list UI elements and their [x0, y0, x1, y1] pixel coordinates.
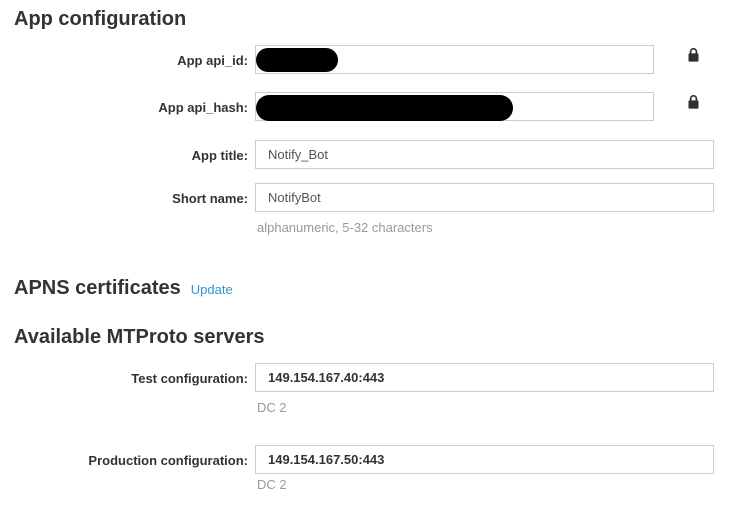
lock-icon: [688, 95, 699, 109]
app-title-row: App title:: [0, 140, 714, 169]
api-hash-input[interactable]: [255, 92, 654, 121]
api-hash-row: App api_hash:: [0, 92, 699, 121]
app-title-input[interactable]: [255, 140, 714, 169]
production-configuration-input[interactable]: [255, 445, 714, 474]
production-configuration-dc-hint: DC 2: [257, 477, 287, 492]
test-configuration-row: Test configuration:: [0, 363, 714, 392]
short-name-hint: alphanumeric, 5-32 characters: [257, 220, 433, 235]
lock-icon: [688, 48, 699, 62]
mtproto-servers-heading: Available MTProto servers: [14, 326, 264, 349]
test-configuration-field-wrap: [255, 363, 714, 392]
test-configuration-label: Test configuration:: [0, 363, 248, 386]
api-id-input[interactable]: [255, 45, 654, 74]
app-title-label: App title:: [0, 140, 248, 163]
api-id-label: App api_id:: [0, 45, 248, 68]
short-name-row: Short name:: [0, 183, 714, 212]
short-name-label: Short name:: [0, 183, 248, 206]
app-configuration-heading: App configuration: [14, 8, 186, 31]
app-title-field-wrap: [255, 140, 714, 169]
test-configuration-dc-hint: DC 2: [257, 400, 287, 415]
test-configuration-input[interactable]: [255, 363, 714, 392]
api-id-field-wrap: [255, 45, 654, 74]
apns-heading-row: APNS certificates Update: [14, 277, 233, 300]
api-hash-label: App api_hash:: [0, 92, 248, 115]
apns-certificates-heading: APNS certificates: [14, 277, 181, 300]
production-configuration-row: Production configuration:: [0, 445, 714, 474]
production-configuration-label: Production configuration:: [0, 445, 248, 468]
apns-update-link[interactable]: Update: [191, 282, 233, 298]
api-hash-field-wrap: [255, 92, 654, 121]
app-configuration-page: App configuration App api_id: App api_ha…: [0, 0, 752, 506]
api-id-row: App api_id:: [0, 45, 699, 74]
production-configuration-field-wrap: [255, 445, 714, 474]
short-name-field-wrap: [255, 183, 714, 212]
short-name-input[interactable]: [255, 183, 714, 212]
